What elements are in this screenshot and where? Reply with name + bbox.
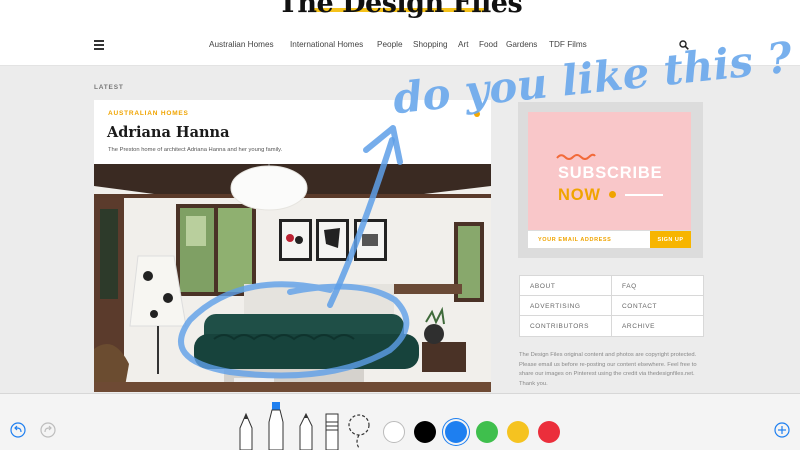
color-swatch-green[interactable] (476, 421, 498, 443)
link-archive[interactable]: ARCHIVE (612, 316, 704, 336)
article-photo[interactable] (94, 164, 491, 392)
copyright-notice: The Design Files original content and ph… (519, 352, 697, 387)
markup-toolbar (0, 393, 800, 450)
color-swatch-white[interactable] (383, 421, 405, 443)
carousel-indicator[interactable] (474, 111, 480, 117)
subscribe-heading: SUBSCRIBE NOW (558, 162, 662, 206)
link-contributors[interactable]: CONTRIBUTORS (520, 316, 612, 336)
subscribe-line: SUBSCRIBE (558, 164, 663, 182)
nav-art[interactable]: Art (458, 40, 468, 49)
nav-australian-homes[interactable]: Australian Homes (209, 40, 274, 49)
color-swatch-blue[interactable] (445, 421, 467, 443)
link-advertising[interactable]: ADVERTISING (520, 296, 612, 316)
color-swatch-yellow[interactable] (507, 421, 529, 443)
undo-icon[interactable] (10, 422, 26, 438)
redo-icon[interactable] (40, 422, 56, 438)
nav-tdf-films[interactable]: TDF Films (549, 40, 587, 49)
color-swatch-red[interactable] (538, 421, 560, 443)
pencil-icon[interactable] (296, 412, 316, 450)
color-swatch-black[interactable] (414, 421, 436, 443)
footer-links-grid: ABOUT FAQ ADVERTISING CONTACT CONTRIBUTO… (519, 275, 704, 337)
link-contact[interactable]: CONTACT (612, 296, 704, 316)
marker-icon[interactable] (266, 400, 286, 450)
signup-button[interactable]: SIGN UP (650, 231, 691, 248)
nav-gardens[interactable]: Gardens (506, 40, 537, 49)
now-underline (625, 194, 663, 196)
article-title[interactable]: Adriana Hanna (107, 124, 230, 141)
now-dot (609, 191, 616, 198)
nav-shopping[interactable]: Shopping (413, 40, 448, 49)
nav-food[interactable]: Food (479, 40, 498, 49)
link-faq[interactable]: FAQ (612, 276, 704, 296)
email-field[interactable] (528, 231, 650, 248)
nav-international-homes[interactable]: International Homes (290, 40, 363, 49)
pen-icon[interactable] (236, 412, 256, 450)
eraser-icon[interactable] (322, 412, 342, 450)
site-logo[interactable]: The Design Files (0, 0, 800, 19)
search-icon[interactable] (679, 40, 689, 50)
featured-article-card[interactable]: AUSTRALIAN HOMES Adriana Hanna The Prest… (94, 100, 491, 392)
lasso-icon[interactable] (346, 412, 372, 450)
nav-people[interactable]: People (377, 40, 403, 49)
site-header: The Design Files Australian Homes Intern… (0, 0, 800, 66)
link-about[interactable]: ABOUT (520, 276, 612, 296)
squiggle-decoration (556, 153, 596, 160)
article-category[interactable]: AUSTRALIAN HOMES (108, 110, 189, 117)
article-subtitle: The Preston home of architect Adriana Ha… (108, 147, 283, 153)
section-label: LATEST (94, 84, 124, 91)
add-icon[interactable] (774, 422, 790, 438)
